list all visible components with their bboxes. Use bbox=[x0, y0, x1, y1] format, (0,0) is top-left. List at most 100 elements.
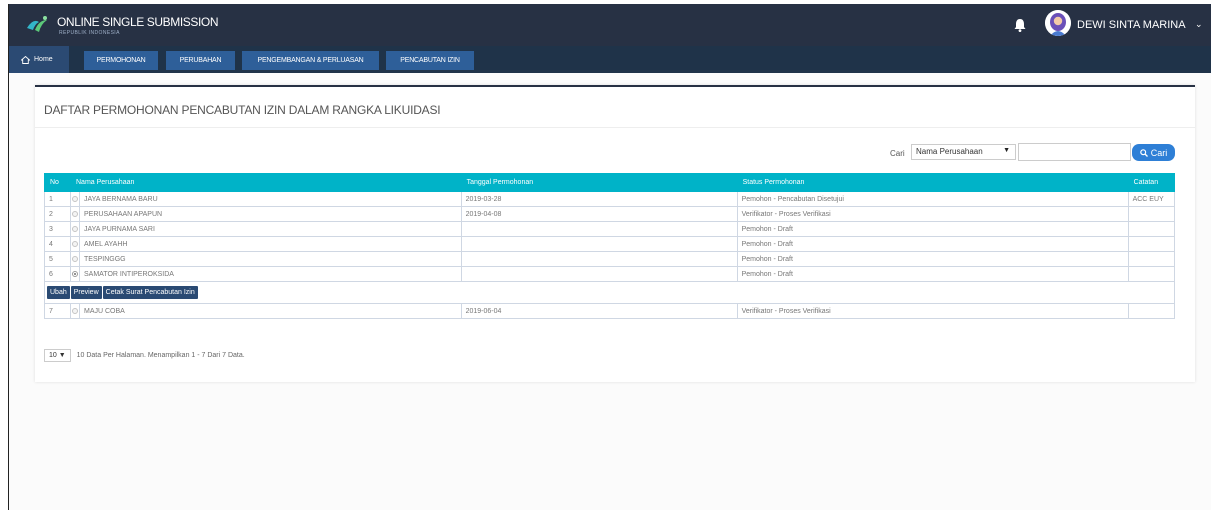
data-table: No Nama Perusahaan Tanggal Permohonan St… bbox=[44, 173, 1176, 319]
title-divider bbox=[35, 127, 1195, 128]
pager-text: 10 Data Per Halaman. Menampilkan 1 - 7 D… bbox=[76, 352, 245, 359]
row-select-radio[interactable] bbox=[70, 191, 80, 207]
row-actions-cell: Ubah Preview Cetak Surat Pencabutan Izin bbox=[44, 281, 1175, 304]
cell-no: 5 bbox=[44, 251, 71, 267]
cell-tanggal: 2019-03-28 bbox=[460, 191, 738, 207]
brand-title: ONLINE SINGLE SUBMISSION bbox=[57, 15, 219, 29]
cell-no: 4 bbox=[44, 236, 71, 252]
nav-home-label: Home bbox=[34, 56, 53, 63]
cell-status: Verifikator - Proses Verifikasi bbox=[736, 303, 1129, 319]
row-actions: Ubah Preview Cetak Surat Pencabutan Izin bbox=[44, 281, 1175, 304]
cell-tanggal bbox=[460, 266, 738, 282]
header-status-permohonan: Status Permohonan bbox=[736, 173, 1129, 192]
row-select-radio[interactable] bbox=[70, 236, 80, 252]
cell-catatan bbox=[1127, 221, 1176, 237]
table-header-row: No Nama Perusahaan Tanggal Permohonan St… bbox=[44, 173, 1176, 192]
cell-tanggal: 2019-04-08 bbox=[460, 206, 738, 222]
radio-button[interactable] bbox=[72, 225, 78, 232]
table-row[interactable]: 7 MAJU COBA 2019-06-04 Verifikator - Proses… bbox=[44, 303, 1176, 319]
cell-status: Pemohon - Draft bbox=[736, 251, 1129, 267]
cell-no: 6 bbox=[44, 266, 71, 282]
cell-nama-perusahaan: SAMATOR INTIPEROKSIDA bbox=[79, 266, 462, 282]
cell-nama-perusahaan: JAYA PURNAMA SARI bbox=[79, 221, 462, 237]
per-page-select[interactable]: 10 ▼ bbox=[44, 349, 71, 362]
cell-no: 3 bbox=[44, 221, 71, 237]
dropdown-arrow-icon: ▼ bbox=[1003, 147, 1010, 154]
row-select-radio[interactable] bbox=[70, 303, 80, 319]
nav-permohonan[interactable]: PERMOHONAN bbox=[84, 51, 158, 70]
cell-catatan bbox=[1127, 236, 1176, 252]
header-nama-perusahaan: Nama Perusahaan bbox=[70, 173, 462, 192]
cell-status: Pemohon - Pencabutan Disetujui bbox=[736, 191, 1129, 207]
nav-pengembangan-perluasan[interactable]: PENGEMBANGAN & PERLUASAN bbox=[242, 51, 379, 70]
row-select-radio[interactable] bbox=[70, 251, 80, 267]
cell-no: 1 bbox=[44, 191, 71, 207]
oss-logo-icon[interactable] bbox=[25, 14, 51, 36]
search-input[interactable] bbox=[1018, 143, 1131, 161]
search-filter-select[interactable]: Nama Perusahaan ▼ bbox=[911, 144, 1016, 160]
search-label: Cari bbox=[890, 149, 905, 158]
cell-tanggal bbox=[460, 236, 738, 252]
cell-no: 2 bbox=[44, 206, 71, 222]
cell-nama-perusahaan: PERUSAHAAN APAPUN bbox=[79, 206, 462, 222]
nav-pencabutan-izin[interactable]: PENCABUTAN IZIN bbox=[386, 51, 474, 70]
radio-button[interactable] bbox=[72, 255, 78, 262]
row-select-radio[interactable] bbox=[70, 221, 80, 237]
radio-button[interactable] bbox=[72, 240, 78, 247]
search-icon bbox=[1139, 148, 1148, 157]
cell-status: Verifikator - Proses Verifikasi bbox=[736, 206, 1129, 222]
radio-button[interactable] bbox=[72, 195, 78, 202]
main-nav: Home PERMOHONAN PERUBAHAN PENGEMBANGAN &… bbox=[9, 46, 1211, 73]
cell-nama-perusahaan: JAYA BERNAMA BARU bbox=[79, 191, 462, 207]
cell-tanggal bbox=[460, 221, 738, 237]
per-page-value: 10 bbox=[49, 352, 57, 359]
cell-nama-perusahaan: AMEL AYAHH bbox=[79, 236, 462, 252]
radio-button[interactable] bbox=[72, 210, 78, 217]
pagination-info: 10 ▼ 10 Data Per Halaman. Menampilkan 1 … bbox=[44, 349, 245, 362]
page-title: DAFTAR PERMOHONAN PENCABUTAN IZIN DALAM … bbox=[44, 103, 441, 117]
user-name[interactable]: DEWI SINTA MARINA bbox=[1077, 19, 1186, 31]
row-select-radio[interactable] bbox=[70, 206, 80, 222]
cell-status: Pemohon - Draft bbox=[736, 221, 1129, 237]
search-button[interactable]: Cari bbox=[1132, 144, 1175, 161]
header-catatan: Catatan bbox=[1127, 173, 1176, 192]
cell-tanggal: 2019-06-04 bbox=[460, 303, 738, 319]
app-frame: ONLINE SINGLE SUBMISSION REPUBLIK INDONE… bbox=[8, 4, 1211, 510]
cell-status: Pemohon - Draft bbox=[736, 266, 1129, 282]
cell-status: Pemohon - Draft bbox=[736, 236, 1129, 252]
cell-nama-perusahaan: MAJU COBA bbox=[79, 303, 462, 319]
cell-no: 7 bbox=[44, 303, 71, 319]
table-row[interactable]: 6 SAMATOR INTIPEROKSIDA Pemohon - Draft bbox=[44, 266, 1176, 282]
bell-icon[interactable] bbox=[1012, 17, 1028, 33]
table-row[interactable]: 5 TESPINGGG Pemohon - Draft bbox=[44, 251, 1176, 267]
cell-tanggal bbox=[460, 251, 738, 267]
nav-perubahan[interactable]: PERUBAHAN bbox=[166, 51, 235, 70]
ubah-button[interactable]: Ubah bbox=[47, 286, 70, 299]
nav-home[interactable]: Home bbox=[9, 46, 69, 73]
home-icon bbox=[21, 55, 30, 64]
top-bar: ONLINE SINGLE SUBMISSION REPUBLIK INDONE… bbox=[9, 4, 1211, 46]
content-panel: DAFTAR PERMOHONAN PENCABUTAN IZIN DALAM … bbox=[35, 85, 1195, 382]
cell-nama-perusahaan: TESPINGGG bbox=[79, 251, 462, 267]
brand-subtitle: REPUBLIK INDONESIA bbox=[59, 30, 120, 36]
table-row[interactable]: 4 AMEL AYAHH Pemohon - Draft bbox=[44, 236, 1176, 252]
avatar[interactable] bbox=[1045, 10, 1071, 36]
cell-catatan bbox=[1127, 266, 1176, 282]
chevron-down-icon[interactable]: ⌄ bbox=[1195, 19, 1203, 30]
row-select-radio[interactable] bbox=[70, 266, 80, 282]
user-avatar-icon bbox=[1045, 10, 1071, 36]
cell-catatan bbox=[1127, 206, 1176, 222]
table-row[interactable]: 1 JAYA BERNAMA BARU 2019-03-28 Pemohon - Pe… bbox=[44, 191, 1176, 207]
radio-button[interactable] bbox=[72, 307, 78, 314]
cetak-surat-button[interactable]: Cetak Surat Pencabutan Izin bbox=[102, 286, 198, 299]
cell-catatan bbox=[1127, 251, 1176, 267]
header-tanggal-permohonan: Tanggal Permohonan bbox=[460, 173, 738, 192]
preview-button[interactable]: Preview bbox=[70, 286, 102, 299]
cell-catatan: ACC EUY bbox=[1127, 191, 1176, 207]
radio-button[interactable] bbox=[72, 270, 78, 277]
search-button-label: Cari bbox=[1150, 147, 1168, 158]
search-filter-value: Nama Perusahaan bbox=[916, 147, 983, 156]
cell-catatan bbox=[1127, 303, 1176, 319]
table-row[interactable]: 2 PERUSAHAAN APAPUN 2019-04-08 Verifikator … bbox=[44, 206, 1176, 222]
table-row[interactable]: 3 JAYA PURNAMA SARI Pemohon - Draft bbox=[44, 221, 1176, 237]
